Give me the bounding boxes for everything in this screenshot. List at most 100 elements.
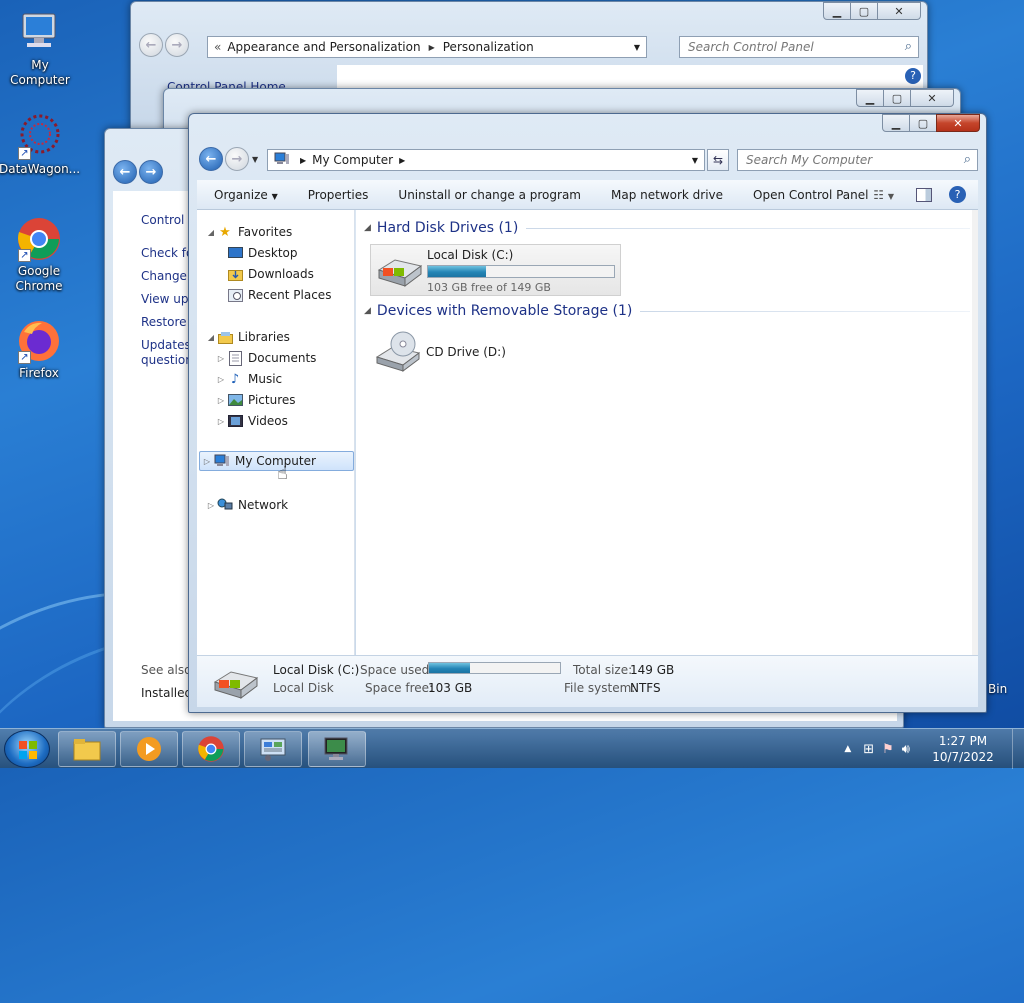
maximize-button[interactable]: ▢ <box>850 2 878 20</box>
search-placeholder: Search Control Panel <box>688 40 814 54</box>
nav-label: Documents <box>248 351 317 365</box>
system-tray: ▲ ⊞ ⚑ 🔊︎ 1:27 PM 10/7/2022 <box>844 729 1024 769</box>
group-divider <box>640 310 970 312</box>
drive-cd-d[interactable]: CD Drive (D:) <box>370 326 621 378</box>
chevron-down-icon[interactable]: ▼ <box>634 43 640 52</box>
nav-buttons: ← → <box>139 33 189 57</box>
desktop-icon-datawagon[interactable]: ↗ DataWagon... <box>0 114 80 177</box>
address-bar[interactable]: « Appearance and Personalization ▶ Perso… <box>207 36 647 58</box>
command-bar: Organize ▼ Properties Uninstall or chang… <box>197 180 978 210</box>
desktop-icon-firefox[interactable]: ↗ Firefox <box>0 318 79 381</box>
uninstall-button[interactable]: Uninstall or change a program <box>383 188 596 202</box>
collapsed-icon[interactable]: ▷ <box>215 396 227 405</box>
nav-favorites[interactable]: ◢ ★ Favorites <box>205 222 292 242</box>
network-tray-icon[interactable]: ⊞ <box>863 742 874 757</box>
nav-music[interactable]: ▷ ♪ Music <box>215 369 282 389</box>
computer-icon <box>214 453 230 469</box>
navigation-pane: ◢ ★ Favorites Desktop Downloads Recent P… <box>197 210 355 655</box>
taskbar-media-player-button[interactable] <box>120 731 178 767</box>
volume-icon[interactable]: 🔊︎ <box>902 742 910 757</box>
nav-documents[interactable]: ▷ Documents <box>215 348 316 368</box>
clock-date: 10/7/2022 <box>932 750 994 764</box>
address-bar[interactable]: ▶ My Computer ▶ ▼ <box>267 149 705 171</box>
back-button[interactable]: ← <box>199 147 223 171</box>
nav-network[interactable]: ▷ Network <box>205 495 288 515</box>
nav-desktop[interactable]: Desktop <box>227 243 298 263</box>
open-control-panel-button[interactable]: Open Control Panel <box>738 188 883 202</box>
forward-button[interactable]: → <box>165 33 189 57</box>
arrow-right-icon: ▶ <box>399 155 406 165</box>
nav-recent-places[interactable]: Recent Places <box>227 285 331 305</box>
shortcut-arrow-icon: ↗ <box>18 351 31 364</box>
preview-pane-icon[interactable] <box>916 187 932 202</box>
nav-label: Favorites <box>238 225 293 239</box>
expanded-icon[interactable]: ◢ <box>205 333 217 342</box>
desktop-icon-my-computer[interactable]: My Computer <box>0 10 80 88</box>
start-button[interactable] <box>4 730 50 768</box>
desktop-icon <box>227 245 243 261</box>
installed-updates-link[interactable]: Installed <box>141 686 192 700</box>
breadcrumb-item[interactable]: Personalization <box>443 40 534 54</box>
action-center-icon[interactable]: ⚑ <box>882 742 894 757</box>
close-button[interactable]: ✕ <box>910 89 954 107</box>
group-header-hard-disk-drives[interactable]: ◢ Hard Disk Drives (1) <box>364 218 970 238</box>
nav-libraries[interactable]: ◢ Libraries <box>205 327 290 347</box>
maximize-button[interactable]: ▢ <box>883 89 911 107</box>
taskbar-chrome-button[interactable] <box>182 731 240 767</box>
forward-button[interactable]: → <box>139 160 163 184</box>
minimize-button[interactable]: ▁ <box>882 114 910 132</box>
close-button[interactable]: ✕ <box>877 2 921 20</box>
desktop-icon-chrome[interactable]: ↗ Google Chrome <box>0 216 79 294</box>
search-input[interactable]: Search Control Panel ⌕ <box>679 36 919 58</box>
forward-button[interactable]: → <box>225 147 249 171</box>
collapsed-icon[interactable]: ▷ <box>215 375 227 384</box>
collapsed-icon[interactable]: ▷ <box>200 457 214 466</box>
nav-buttons: ← → ▼ <box>199 147 258 171</box>
properties-button[interactable]: Properties <box>293 188 384 202</box>
details-pane: Local Disk (C:) Local Disk Space used: S… <box>197 655 978 707</box>
drive-name: CD Drive (D:) <box>426 345 506 359</box>
clock[interactable]: 1:27 PM 10/7/2022 <box>924 733 1002 765</box>
recycle-bin-label[interactable]: Bin <box>988 682 1007 696</box>
collapsed-icon[interactable]: ▷ <box>205 501 217 510</box>
nav-downloads[interactable]: Downloads <box>227 264 314 284</box>
taskbar-computer-button[interactable] <box>308 731 366 767</box>
organize-button[interactable]: Organize ▼ <box>197 188 293 202</box>
collapsed-icon[interactable]: ▷ <box>215 354 227 363</box>
address-text[interactable]: My Computer <box>312 153 393 167</box>
show-hidden-icons-button[interactable]: ▲ <box>844 744 851 754</box>
shortcut-arrow-icon: ↗ <box>18 249 31 262</box>
arrow-right-icon: ▶ <box>300 155 307 165</box>
map-network-drive-button[interactable]: Map network drive <box>596 188 738 202</box>
maximize-button[interactable]: ▢ <box>909 114 937 132</box>
chevron-down-icon[interactable]: ▼ <box>692 156 698 165</box>
back-button[interactable]: ← <box>113 160 137 184</box>
shortcut-arrow-icon: ↗ <box>18 147 31 160</box>
breadcrumb-item[interactable]: Appearance and Personalization <box>227 40 420 54</box>
view-options-icon[interactable]: ☷ ▼ <box>873 188 894 202</box>
file-system-value: NTFS <box>630 681 661 695</box>
expanded-icon[interactable]: ◢ <box>205 228 217 237</box>
refresh-button[interactable]: ⇆ <box>707 149 729 171</box>
scrollbar[interactable] <box>972 210 978 655</box>
nav-pictures[interactable]: ▷ Pictures <box>215 390 296 410</box>
minimize-button[interactable]: ▁ <box>856 89 884 107</box>
search-input[interactable]: Search My Computer ⌕ <box>737 149 978 171</box>
taskbar-explorer-button[interactable] <box>58 731 116 767</box>
collapsed-icon[interactable]: ▷ <box>215 417 227 426</box>
help-icon[interactable]: ? <box>905 68 921 84</box>
expanded-icon[interactable]: ◢ <box>364 306 371 316</box>
expanded-icon[interactable]: ◢ <box>364 223 371 233</box>
recent-pages-icon[interactable]: ▼ <box>252 155 258 164</box>
nav-videos[interactable]: ▷ Videos <box>215 411 288 431</box>
help-icon[interactable]: ? <box>949 186 966 203</box>
drive-local-disk-c[interactable]: Local Disk (C:) 103 GB free of 149 GB <box>370 244 621 296</box>
group-header-removable-storage[interactable]: ◢ Devices with Removable Storage (1) <box>364 301 970 321</box>
my-computer-window[interactable]: ▁ ▢ ✕ ← → ▼ ▶ My Computer ▶ ▼ ⇆ Search M… <box>188 113 987 713</box>
taskbar-control-panel-button[interactable] <box>244 731 302 767</box>
back-button[interactable]: ← <box>139 33 163 57</box>
show-desktop-button[interactable] <box>1012 729 1024 769</box>
hand-cursor-icon: ☝ <box>277 463 288 484</box>
minimize-button[interactable]: ▁ <box>823 2 851 20</box>
close-button[interactable]: ✕ <box>936 114 980 132</box>
